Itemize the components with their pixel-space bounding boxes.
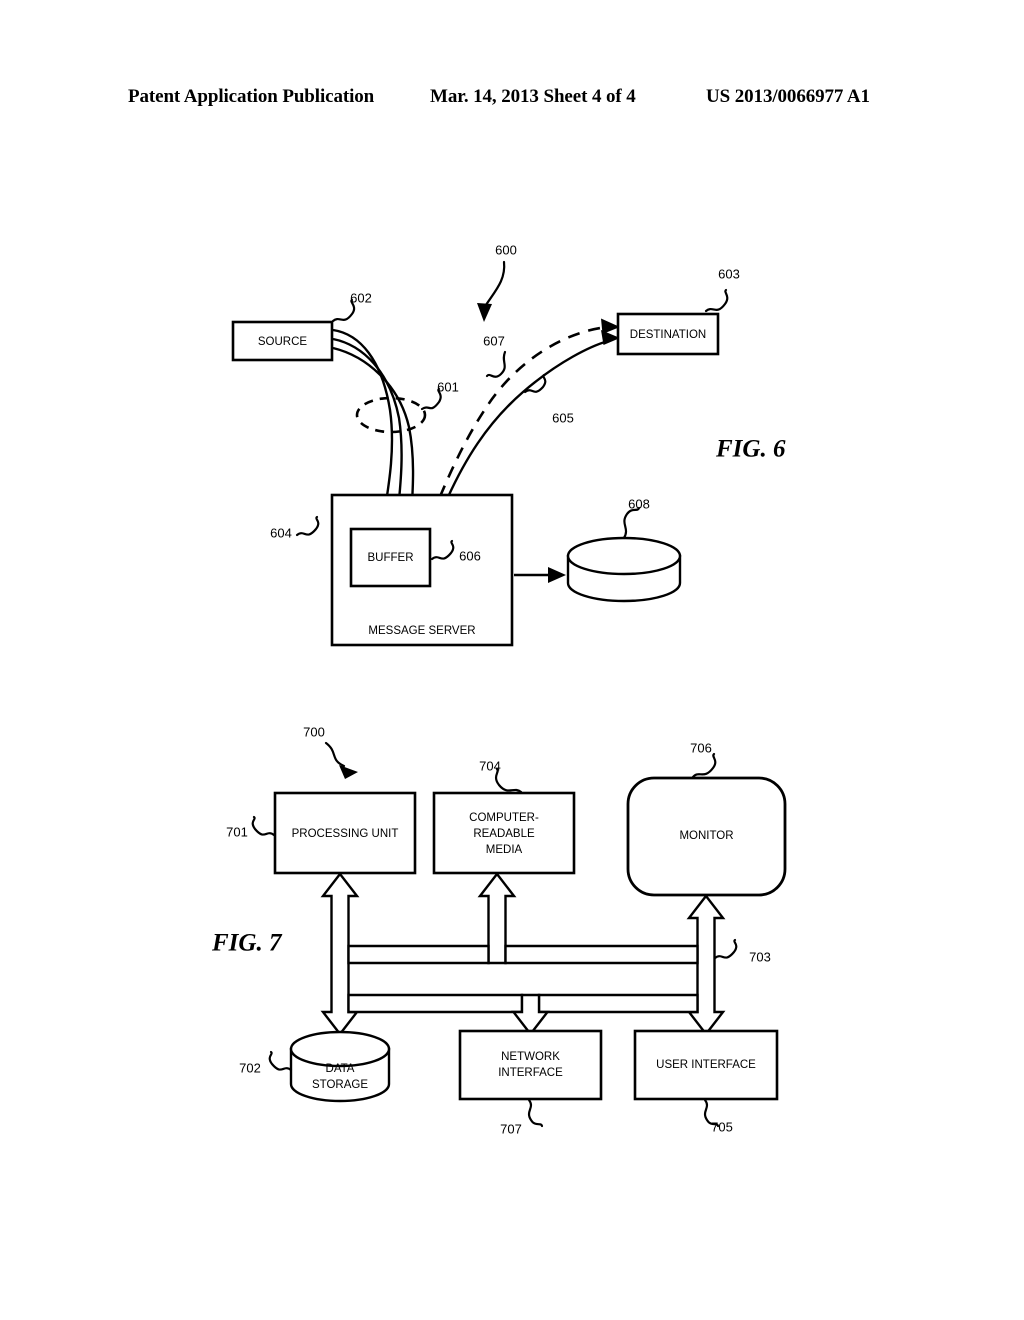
ref-704: 704: [479, 758, 501, 773]
user-interface-label: USER INTERFACE: [656, 1059, 756, 1071]
patent-page: Patent Application Publication Mar. 14, …: [0, 0, 1024, 1320]
ref-603-leader: [704, 288, 729, 313]
ref-603: 603: [718, 266, 740, 281]
source-label: SOURCE: [258, 336, 308, 348]
ref-700: 700: [303, 724, 325, 739]
computer-readable-media-label-line-2: READABLE: [473, 828, 535, 840]
ref-602: 602: [350, 290, 372, 305]
ref-600: 600: [495, 242, 517, 257]
bus-arm-monitor-user-interface: [686, 894, 726, 1036]
figures-canvas: 600 SOURCE 602 601 607 605 DESTINATION 6…: [211, 242, 787, 1136]
bus-rail-upper-right: [504, 944, 699, 965]
delivered-flow: [446, 339, 609, 498]
bus-rail-upper-left: [347, 944, 490, 965]
network-interface-box: [458, 1029, 603, 1101]
data-storage-label-line-1: DATA: [326, 1063, 355, 1075]
message-store-cylinder: [566, 536, 682, 603]
figure-6-title: FIG. 6: [715, 436, 786, 463]
ref-604-leader: [295, 515, 320, 537]
ref-700-leader: [324, 741, 346, 768]
destination-label: DESTINATION: [630, 329, 706, 341]
ref-601: 601: [437, 379, 459, 394]
ref-607: 607: [483, 333, 505, 348]
ref-700-arrowhead: [339, 765, 358, 779]
ref-600-leader: [482, 260, 506, 310]
computer-readable-media-label-line-3: MEDIA: [486, 844, 523, 856]
ref-703: 703: [749, 949, 771, 964]
ref-702: 702: [239, 1060, 261, 1075]
ref-707: 707: [500, 1121, 522, 1136]
ref-706: 706: [690, 740, 712, 755]
store-arrow-head: [548, 567, 566, 583]
buffer-label: BUFFER: [368, 552, 414, 564]
ref-608: 608: [628, 496, 650, 511]
ref-706-leader: [691, 752, 717, 779]
ref-607-leader: [485, 350, 507, 378]
network-interface-label-line-1: NETWORK: [501, 1051, 560, 1063]
ref-705: 705: [711, 1119, 733, 1134]
ref-606: 606: [459, 548, 481, 563]
network-interface-label-line-2: INTERFACE: [498, 1067, 563, 1079]
ref-600-arrowhead: [477, 303, 492, 322]
ref-604: 604: [270, 525, 292, 540]
bus-rail-lower-right: [537, 993, 699, 1014]
message-server-label: MESSAGE SERVER: [368, 625, 475, 637]
ref-605: 605: [552, 410, 574, 425]
figure-6: 600 SOURCE 602 601 607 605 DESTINATION 6…: [231, 242, 786, 647]
computer-readable-media-label-line-1: COMPUTER-: [469, 812, 539, 824]
figure-7: 700 PROCESSING UNIT 701 COMPUTER- READAB…: [211, 724, 787, 1136]
figure-7-title: FIG. 7: [211, 930, 283, 957]
ref-701: 701: [226, 824, 248, 839]
processing-unit-label: PROCESSING UNIT: [292, 828, 399, 840]
ref-702-leader: [268, 1050, 293, 1072]
ref-707-leader: [527, 1098, 544, 1128]
bus-rail-lower-left: [347, 993, 524, 1014]
monitor-label: MONITOR: [679, 830, 733, 842]
ref-703-leader: [713, 938, 738, 960]
ref-701-leader: [251, 815, 276, 837]
data-storage-label-line-2: STORAGE: [312, 1079, 368, 1091]
ref-608-leader: [622, 506, 641, 540]
